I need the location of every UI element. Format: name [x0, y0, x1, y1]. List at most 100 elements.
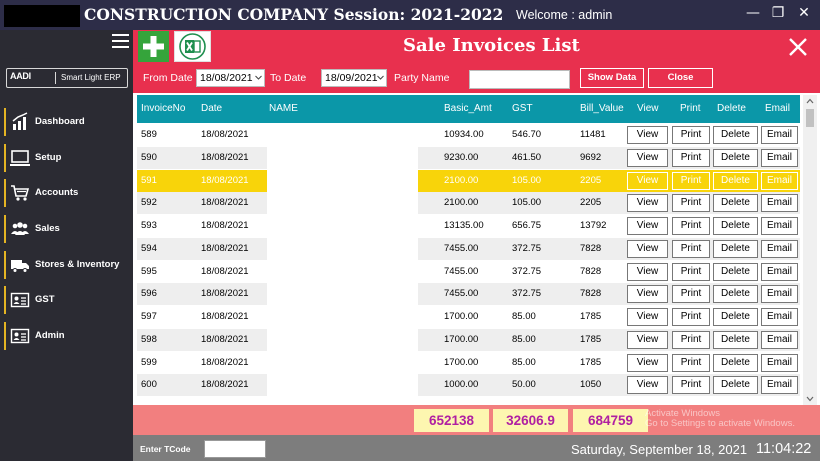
view-button[interactable]: View	[627, 148, 668, 167]
print-button[interactable]: Print	[672, 194, 710, 213]
delete-button[interactable]: Delete	[713, 148, 758, 167]
print-button[interactable]: Print	[672, 376, 710, 395]
tcode-label: Enter TCode	[140, 444, 191, 454]
view-button[interactable]: View	[627, 353, 668, 372]
close-button[interactable]: Close	[648, 68, 713, 88]
view-button[interactable]: View	[627, 194, 668, 213]
email-button[interactable]: Email	[761, 308, 798, 326]
view-button[interactable]: View	[627, 239, 668, 258]
email-button[interactable]: Email	[761, 239, 798, 258]
invoice-number-cell: 597	[141, 311, 157, 322]
email-button[interactable]: Email	[761, 376, 798, 395]
email-button[interactable]: Email	[761, 126, 798, 144]
print-button[interactable]: Print	[672, 308, 710, 326]
delete-button[interactable]: Delete	[713, 330, 758, 349]
email-button[interactable]: Email	[761, 330, 798, 349]
view-button[interactable]: View	[627, 217, 668, 235]
table-row[interactable]: 598 18/08/2021 1700.00 85.00 1785 View Print De…	[137, 328, 800, 351]
delete-button[interactable]: Delete	[713, 239, 758, 258]
gst-cell: 85.00	[512, 333, 536, 345]
tcode-input[interactable]	[204, 440, 266, 458]
print-button[interactable]: Print	[672, 353, 710, 372]
table-row[interactable]: 599 18/08/2021 1700.00 85.00 1785 View Print De…	[137, 351, 800, 374]
print-button[interactable]: Print	[672, 330, 710, 349]
email-button[interactable]: Email	[761, 194, 798, 213]
delete-button[interactable]: Delete	[713, 262, 758, 281]
delete-button[interactable]: Delete	[713, 194, 758, 213]
export-excel-button[interactable]	[174, 31, 211, 62]
table-row[interactable]: 591 18/08/2021 2100.00 105.00 2205 View Print D…	[137, 169, 800, 192]
delete-button[interactable]: Delete	[713, 171, 758, 190]
sidebar-item-sales[interactable]: Sales	[4, 215, 132, 243]
vertical-scrollbar[interactable]	[803, 95, 817, 405]
date-cell: 18/08/2021	[201, 129, 249, 140]
sidebar-item-dashboard[interactable]: Dashboard	[4, 108, 132, 136]
print-button[interactable]: Print	[672, 217, 710, 235]
sidebar-item-gst[interactable]: GST	[4, 286, 132, 314]
minimize-button[interactable]: —	[741, 3, 765, 23]
bill-value-cell: 1785	[580, 311, 602, 322]
table-row[interactable]: 600 18/08/2021 1000.00 50.00 1050 View Print De…	[137, 374, 800, 397]
sidebar-item-admin[interactable]: Admin	[4, 322, 132, 350]
delete-button[interactable]: Delete	[713, 353, 758, 372]
view-button[interactable]: View	[627, 308, 668, 326]
close-window-button[interactable]: ✕	[792, 3, 816, 23]
delete-button[interactable]: Delete	[713, 285, 758, 304]
table-row[interactable]: 597 18/08/2021 1700.00 85.00 1785 View Print De…	[137, 306, 800, 328]
gst-cell: 546.70	[512, 129, 542, 140]
print-button[interactable]: Print	[672, 148, 710, 167]
sidebar-item-accounts[interactable]: Accounts	[4, 179, 132, 207]
print-button[interactable]: Print	[672, 285, 710, 304]
sidebar-item-setup[interactable]: Setup	[4, 144, 132, 172]
delete-button[interactable]: Delete	[713, 126, 758, 144]
basic-amount-cell: 13135.00	[444, 220, 484, 231]
delete-button[interactable]: Delete	[713, 376, 758, 395]
view-button[interactable]: View	[627, 330, 668, 349]
view-button[interactable]: View	[627, 262, 668, 281]
scroll-down-icon[interactable]	[806, 395, 814, 403]
delete-button[interactable]: Delete	[713, 308, 758, 326]
print-button[interactable]: Print	[672, 239, 710, 258]
add-invoice-button[interactable]	[138, 31, 169, 62]
table-row[interactable]: 595 18/08/2021 7455.00 372.75 7828 View Print D…	[137, 260, 800, 283]
print-button[interactable]: Print	[672, 171, 710, 190]
table-row[interactable]: 594 18/08/2021 7455.00 372.75 7828 View Print D…	[137, 237, 800, 260]
bill-value-cell: 1785	[580, 333, 602, 345]
scroll-up-icon[interactable]	[806, 97, 814, 105]
sidebar-item-stores-inventory[interactable]: Stores & Inventory	[4, 251, 132, 279]
view-button[interactable]: View	[627, 126, 668, 144]
email-button[interactable]: Email	[761, 262, 798, 281]
show-data-button[interactable]: Show Data	[580, 68, 644, 88]
email-button[interactable]: Email	[761, 171, 798, 190]
table-row[interactable]: 589 18/08/2021 10934.00 546.70 11481 View Prin…	[137, 124, 800, 146]
view-button[interactable]: View	[627, 285, 668, 304]
to-date-picker[interactable]: 18/09/2021	[321, 69, 387, 87]
table-row[interactable]: 592 18/08/2021 2100.00 105.00 2205 View Print D…	[137, 192, 800, 215]
table-row[interactable]: 596 18/08/2021 7455.00 372.75 7828 View Print D…	[137, 283, 800, 306]
date-cell: 18/08/2021	[201, 333, 249, 345]
print-button[interactable]: Print	[672, 262, 710, 281]
email-button[interactable]: Email	[761, 217, 798, 235]
view-button[interactable]: View	[627, 376, 668, 395]
table-row[interactable]: 590 18/08/2021 9230.00 461.50 9692 View Print D…	[137, 146, 800, 169]
print-button[interactable]: Print	[672, 126, 710, 144]
basic-amount-cell: 1700.00	[444, 356, 479, 368]
email-button[interactable]: Email	[761, 148, 798, 167]
email-button[interactable]: Email	[761, 285, 798, 304]
party-name-input[interactable]	[469, 70, 570, 89]
gst-cell: 372.75	[512, 288, 542, 300]
date-cell: 18/08/2021	[201, 220, 249, 231]
maximize-button[interactable]: ❐	[766, 3, 790, 23]
date-cell: 18/08/2021	[201, 151, 249, 163]
column-header-basic-amt: Basic_Amt	[444, 103, 492, 114]
email-button[interactable]: Email	[761, 353, 798, 372]
scrollbar-thumb[interactable]	[806, 109, 814, 127]
close-icon[interactable]	[784, 33, 812, 61]
bill-value-cell: 2205	[580, 197, 602, 209]
view-button[interactable]: View	[627, 171, 668, 190]
hamburger-menu-icon[interactable]	[112, 34, 129, 48]
invoice-number-cell: 594	[141, 242, 157, 254]
from-date-picker[interactable]: 18/08/2021	[196, 69, 265, 87]
delete-button[interactable]: Delete	[713, 217, 758, 235]
table-row[interactable]: 593 18/08/2021 13135.00 656.75 13792 View Prin…	[137, 215, 800, 237]
